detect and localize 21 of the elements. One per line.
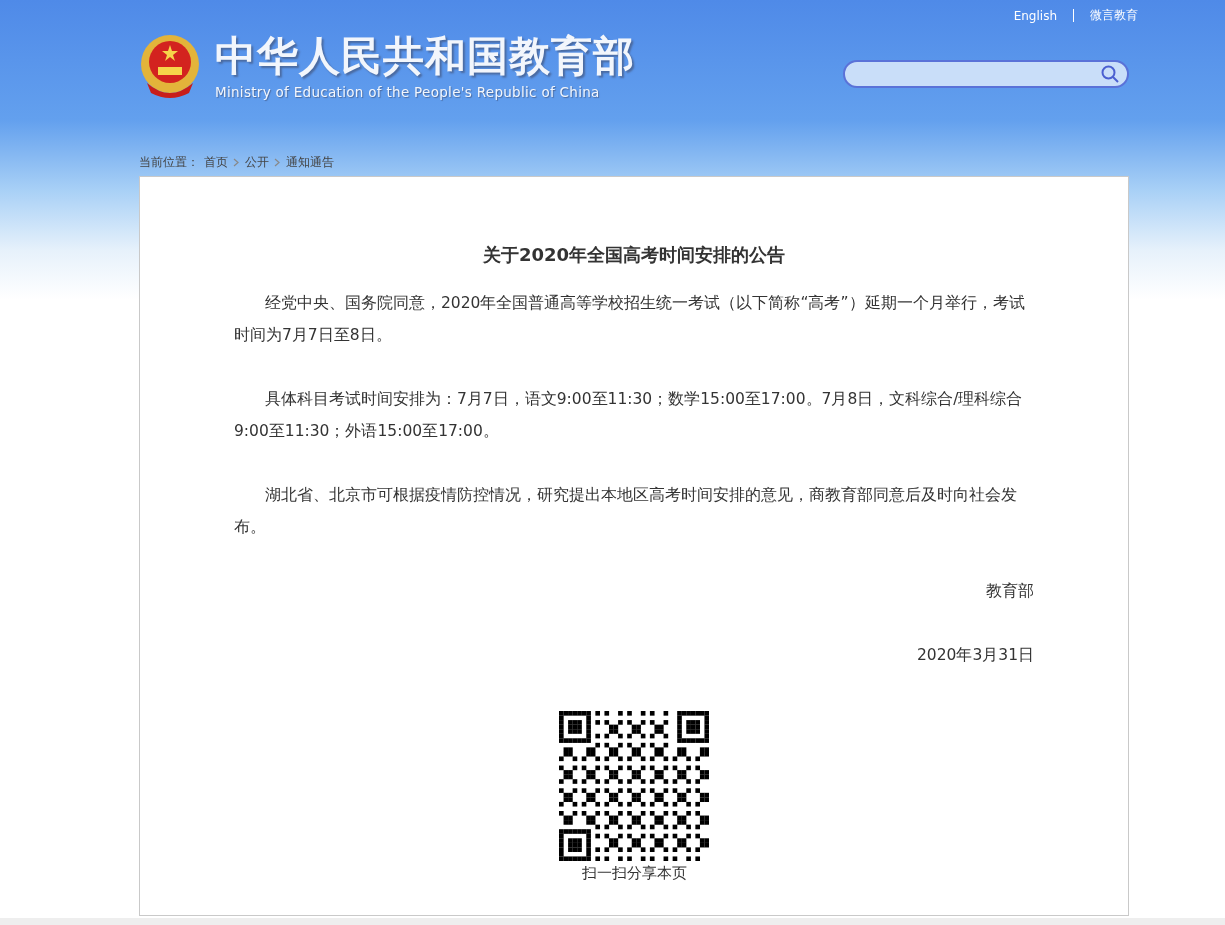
share-caption: 扫一扫分享本页 [581,864,687,883]
qr-code-icon [559,711,709,861]
article-paragraph: 具体科目考试时间安排为：7月7日，语文9:00至11:30；数学15:00至17:00。7月8日，文科综合/理科综合9:00至11:30；外语15:00至17:00。 [234,389,1024,442]
site-title: 中华人民共和国教育部 [215,32,635,80]
header-link[interactable]: English [1013,8,1057,23]
article-paragraph: 经党中央、国务院同意，2020年全国普通高等学校招生统一考试（以下简称“高考”）延期一个月举行，考试时间为7月7日至8日。 [234,293,1026,346]
site-subtitle: Ministry of Education of the People's Republic of China [215,84,601,100]
breadcrumb-label: 当前位置： [139,153,199,171]
breadcrumb-link[interactable]: 通知通告 [286,153,334,171]
header-link[interactable]: 微言教育 [1090,7,1138,24]
national-emblem-icon [139,33,201,99]
search-icon[interactable] [1101,65,1119,83]
chevron-right-icon [274,157,281,167]
breadcrumb-link[interactable]: 公开 [245,153,269,171]
chevron-right-icon [233,157,240,167]
article-title: 关于2020年全国高考时间安排的公告 [481,243,787,267]
signature-text: 教育部 [985,581,1034,602]
breadcrumb-link[interactable]: 首页 [204,153,228,171]
article-paragraph: 湖北省、北京市可根据疫情防控情况，研究提出本地区高考时间安排的意见，商教育部同意后及时向社会发布。 [234,485,1018,538]
date-text: 2020年3月31日 [915,645,1034,666]
search-field[interactable] [843,60,1129,88]
